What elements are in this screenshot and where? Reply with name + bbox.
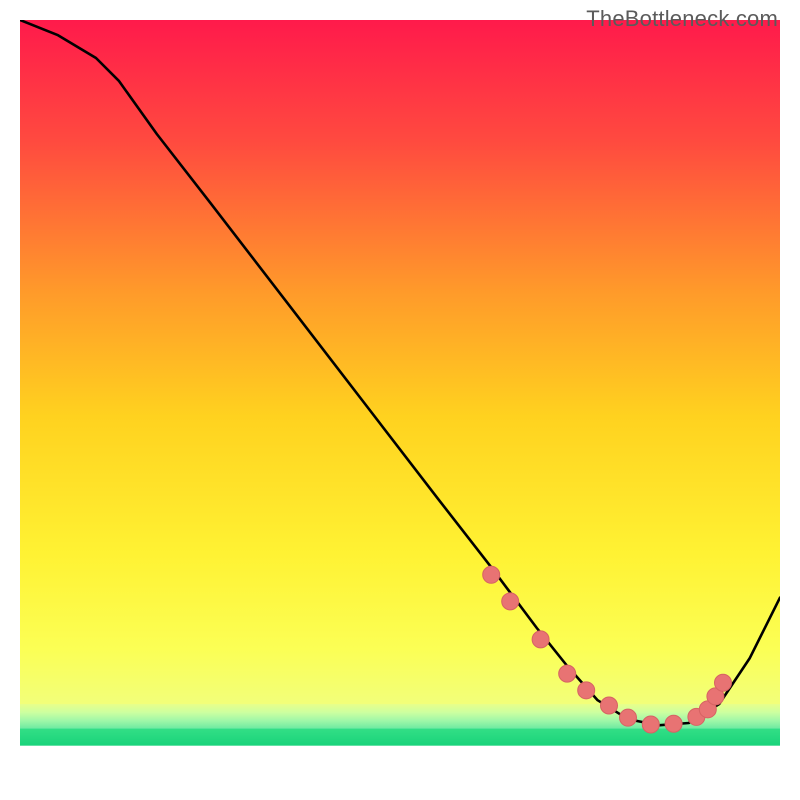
- watermark-text: TheBottleneck.com: [586, 6, 778, 32]
- chart-plot-area: [20, 20, 780, 780]
- chart-background: [20, 20, 780, 780]
- chart-svg: [20, 20, 780, 780]
